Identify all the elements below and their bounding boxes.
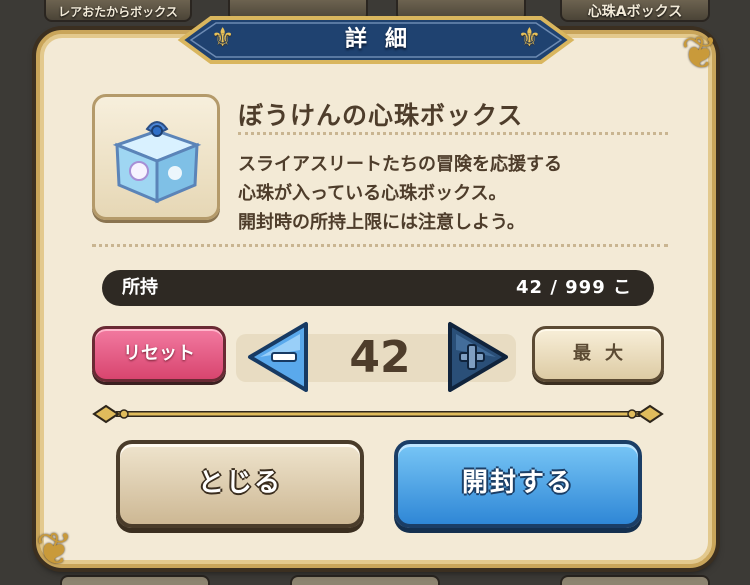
item-name: ぼうけんの心珠ボックス (238, 101, 524, 130)
title-banner: ⚜ ⚜ 詳細 (171, 14, 581, 66)
ornament-corner-icon: ❦ (36, 524, 73, 575)
open-box-button[interactable]: 開封する (394, 440, 642, 528)
dotted-divider (238, 132, 668, 135)
description-line: 心珠が入っている心珠ボックス。 (238, 183, 507, 204)
plus-arrow-icon[interactable] (444, 320, 510, 394)
background-list-item (560, 575, 710, 585)
background-tab-label: 心珠Aボックス (587, 4, 683, 20)
item-detail-dialog: ❦ ❦ ⚜ ⚜ 詳細 ぼうけんの心珠ボックス スライアスリートたちの冒険を応援す… (36, 16, 718, 572)
owned-count: 42 / 999 こ (516, 277, 632, 298)
close-button[interactable]: とじる (116, 440, 364, 528)
minus-arrow-icon[interactable] (246, 320, 312, 394)
owned-count-bar: 所持 42 / 999 こ (102, 270, 654, 306)
description-line: 開封時の所持上限には注意しよう。 (238, 212, 525, 233)
owned-label: 所持 (122, 277, 158, 298)
gem-box-icon (112, 121, 202, 204)
quantity-value: 42 (349, 332, 411, 383)
ornament-corner-icon: ❦ (681, 28, 718, 79)
ornamental-divider (92, 404, 664, 424)
background-tab-label: レアおたからボックス (58, 5, 178, 19)
background-tab-heart-gem-a-box[interactable]: 心珠Aボックス (560, 0, 710, 22)
item-icon-frame (92, 94, 220, 220)
background-tab-rare-treasure-box[interactable]: レアおたからボックス (44, 0, 192, 22)
reset-button[interactable]: リセット (92, 326, 226, 382)
dotted-divider (92, 244, 668, 247)
description-line: スライアスリートたちの冒険を応援する (238, 154, 562, 175)
background-list-item (60, 575, 210, 585)
item-description: スライアスリートたちの冒険を応援する 心珠が入っている心珠ボックス。 開封時の所… (238, 150, 678, 237)
background-list-item (290, 575, 440, 585)
max-button[interactable]: 最大 (532, 326, 664, 382)
dialog-title: 詳細 (344, 27, 425, 52)
